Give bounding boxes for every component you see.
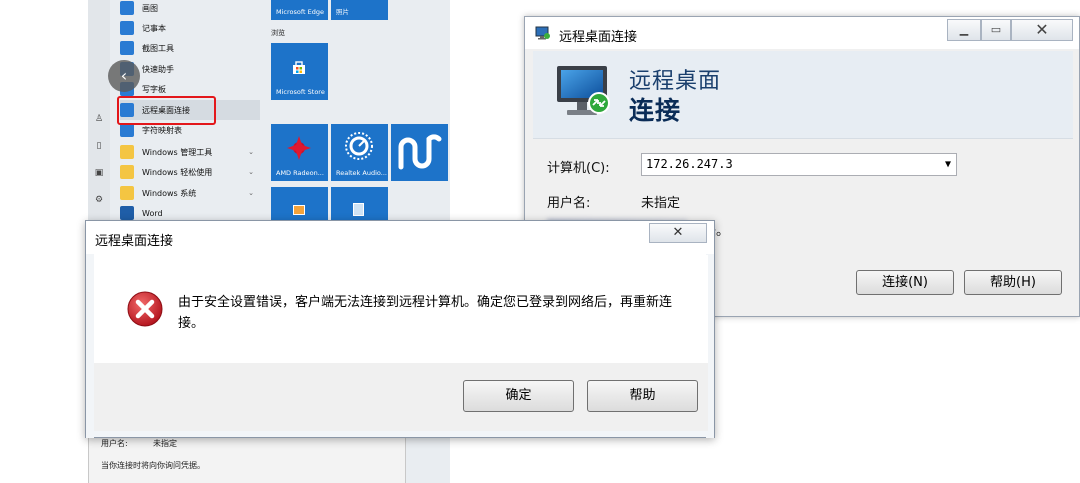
app-label: Windows 管理工具 — [142, 147, 213, 157]
connect-button[interactable]: 连接(N) — [856, 270, 954, 295]
user-icon[interactable]: ♙ — [93, 113, 105, 125]
tile-label: Microsoft Store — [276, 88, 325, 96]
close-button[interactable]: ✕ — [1011, 19, 1073, 41]
tile-edge[interactable]: Microsoft Edge — [271, 0, 328, 20]
chevron-down-icon: ⌄ — [248, 189, 254, 197]
minimize-icon: ▁ — [959, 23, 969, 36]
paint-icon — [120, 1, 134, 15]
computer-combobox[interactable]: 172.26.247.3 ▼ — [641, 153, 957, 176]
waveform-icon — [398, 134, 442, 170]
username-label: 用户名: — [547, 196, 591, 211]
gift-icon — [293, 205, 305, 215]
maximize-icon: ▭ — [990, 23, 1002, 36]
app-snipping-tool[interactable]: 截图工具 — [120, 38, 260, 58]
tile-realtek[interactable]: Realtek Audio... — [331, 124, 388, 181]
error-icon — [127, 291, 163, 327]
snipping-icon — [120, 41, 134, 55]
computer-label: 计算机(C): — [547, 161, 610, 176]
highlight-box — [117, 96, 216, 125]
tile-photos[interactable]: 照片 — [331, 0, 388, 20]
app-label: 快速助手 — [142, 64, 174, 74]
tile-store[interactable]: Microsoft Store — [271, 43, 328, 100]
app-quick-assist[interactable]: 快速助手 — [120, 59, 260, 79]
tile-amd[interactable]: AMD Radeon... — [271, 124, 328, 181]
close-icon: ✕ — [1035, 20, 1049, 39]
close-icon: ✕ — [672, 225, 684, 240]
dropdown-arrow-icon[interactable]: ▼ — [945, 154, 951, 175]
app-label: 记事本 — [142, 23, 166, 33]
word-icon — [120, 206, 134, 220]
tile-label: AMD Radeon... — [276, 169, 324, 177]
help-button[interactable]: 帮助(H) — [964, 270, 1062, 295]
folder-icon — [120, 186, 134, 200]
tile-label: Microsoft Edge — [276, 8, 325, 16]
error-dialog-footer: 确定 帮助 — [94, 363, 708, 431]
back-button[interactable]: ‹ — [108, 60, 140, 92]
settings-icon[interactable]: ⚙ — [93, 194, 105, 206]
folder-windows-system[interactable]: Windows 系统 ⌄ — [120, 183, 260, 203]
rdp-titlebar: 远程桌面连接 ▁ ▭ ✕ — [525, 17, 1079, 49]
username-value: 未指定 — [641, 196, 681, 211]
realtek-audio-icon — [345, 132, 373, 160]
app-notepad[interactable]: 记事本 — [120, 18, 260, 38]
documents-icon[interactable]: ▯ — [93, 140, 105, 152]
app-label: Windows 轻松使用 — [142, 167, 213, 177]
behind-username-value: 未指定 — [153, 439, 177, 448]
store-icon — [293, 61, 305, 74]
folder-icon — [120, 165, 134, 179]
amd-icon — [287, 136, 311, 160]
recycle-bin-icon — [353, 203, 364, 216]
error-close-button[interactable]: ✕ — [649, 223, 707, 243]
error-dialog: 远程桌面连接 ✕ 确定 帮助 由于安全设置错误，客户端无法连接到远程计算机。确定… — [85, 220, 715, 438]
folder-icon — [120, 145, 134, 159]
folder-ease-of-access[interactable]: Windows 轻松使用 ⌄ — [120, 162, 260, 182]
behind-username-label: 用户名: — [101, 439, 128, 448]
tile-audio-app[interactable] — [391, 124, 448, 181]
app-label: 截图工具 — [142, 43, 174, 53]
remote-monitor-icon — [557, 66, 610, 115]
minimize-button[interactable]: ▁ — [947, 19, 981, 41]
rdp-window-title: 远程桌面连接 — [559, 30, 638, 45]
error-titlebar: 远程桌面连接 ✕ — [86, 221, 714, 254]
rdp-banner: 远程桌面 连接 — [533, 51, 1073, 139]
ok-button[interactable]: 确定 — [463, 380, 574, 412]
error-dialog-title: 远程桌面连接 — [95, 234, 174, 249]
error-help-button[interactable]: 帮助 — [587, 380, 698, 412]
character-map-icon — [120, 123, 134, 137]
tile-label: Realtek Audio... — [336, 169, 387, 177]
tile-group-label: 浏览 — [271, 29, 285, 37]
app-label: 画图 — [142, 3, 158, 13]
dialog-frame-left — [86, 254, 94, 438]
remote-desktop-icon — [535, 26, 550, 40]
chevron-down-icon: ⌄ — [248, 148, 254, 156]
computer-value: 172.26.247.3 — [646, 157, 733, 171]
app-paint[interactable]: 画图 — [120, 0, 260, 18]
maximize-button[interactable]: ▭ — [981, 19, 1011, 41]
app-label: 字符映射表 — [142, 125, 182, 135]
dialog-frame-bottom — [86, 430, 714, 437]
banner-line2: 连接 — [629, 96, 682, 125]
pictures-icon[interactable]: ▣ — [93, 167, 105, 179]
app-label: Windows 系统 — [142, 188, 197, 198]
behind-hint: 当你连接时将向你询问凭据。 — [101, 461, 205, 470]
chevron-down-icon: ⌄ — [248, 168, 254, 176]
notepad-icon — [120, 21, 134, 35]
error-message: 由于安全设置错误，客户端无法连接到远程计算机。确定您已登录到网络后，再重新连接。 — [178, 295, 673, 331]
folder-admin-tools[interactable]: Windows 管理工具 ⌄ — [120, 142, 260, 162]
app-label: Word — [142, 208, 163, 218]
app-label: 写字板 — [142, 84, 166, 94]
tile-label: 照片 — [336, 8, 349, 16]
